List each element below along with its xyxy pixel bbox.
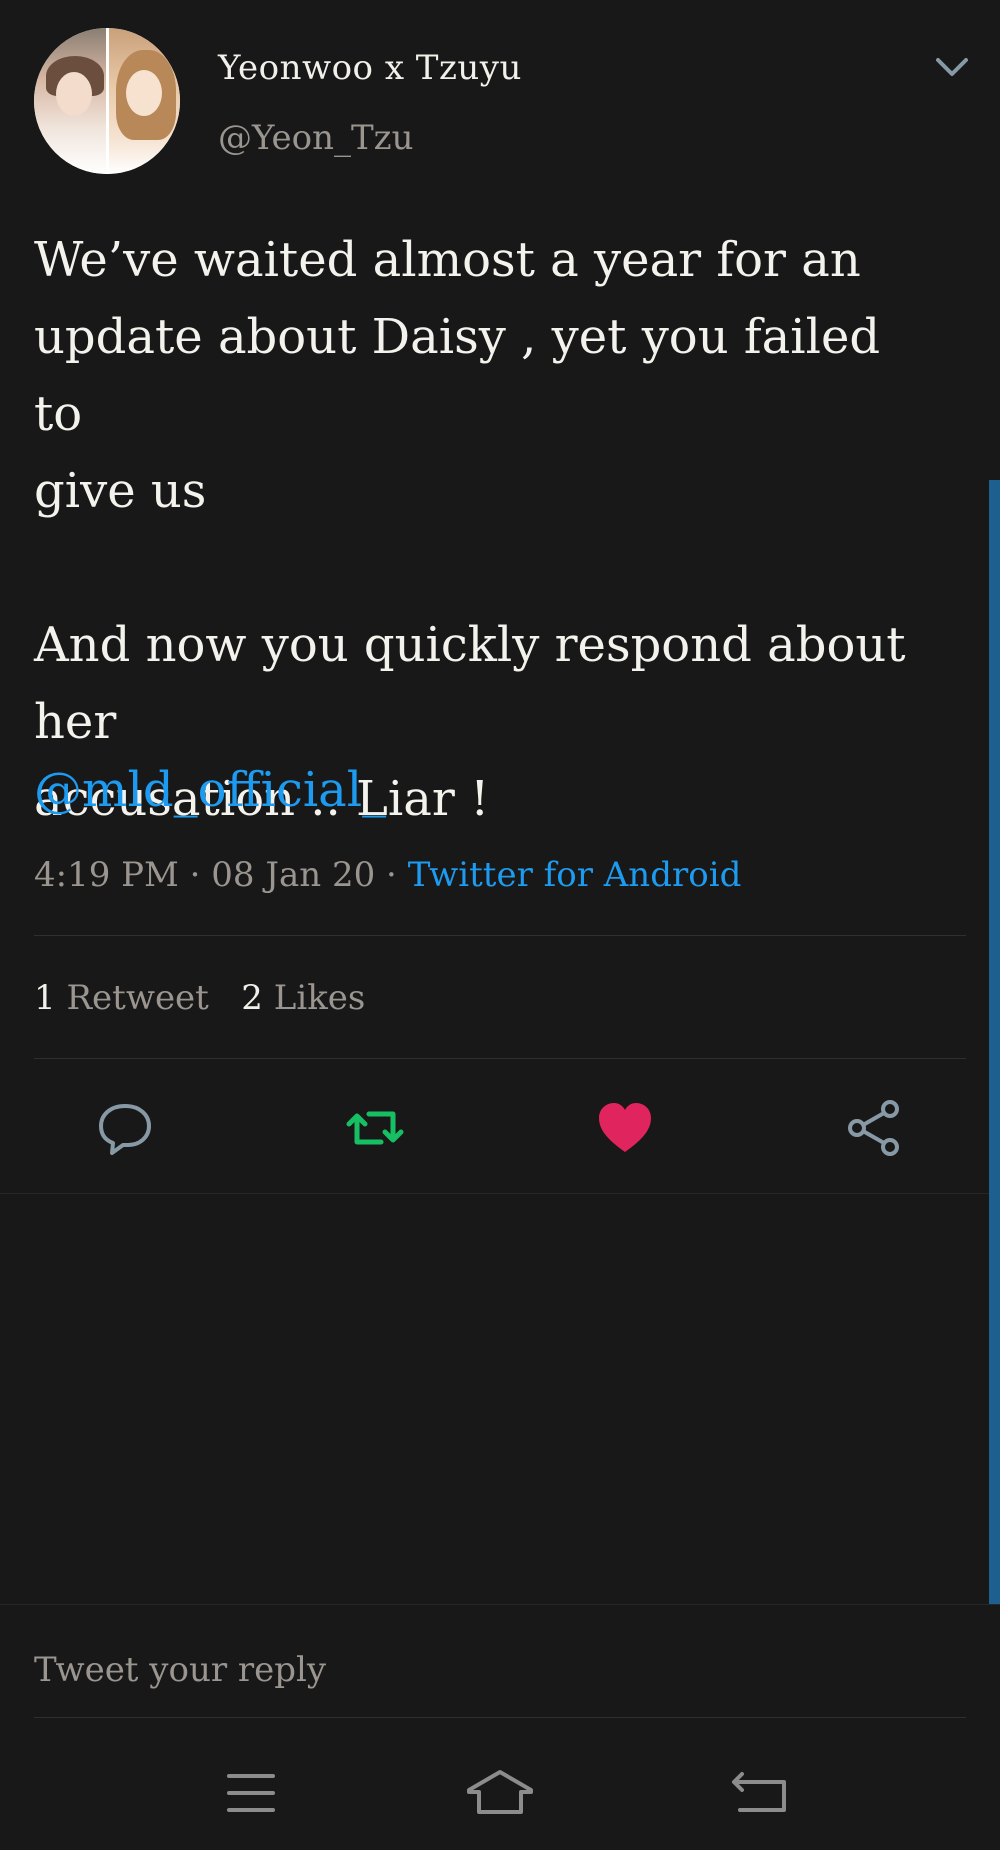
tweet-stats: 1 Retweet 2 Likes [34,978,365,1018]
divider [0,1193,1000,1194]
tweet-header: Yeonwoo x Tzuyu @Yeon_Tzu [0,0,1000,190]
share-icon[interactable] [845,1098,905,1158]
user-handle[interactable]: @Yeon_Tzu [218,118,413,158]
avatar-face-right [126,70,162,116]
display-name[interactable]: Yeonwoo x Tzuyu [218,48,522,88]
meta-separator: · [375,855,408,895]
tweet-time: 4:19 PM [34,855,179,895]
retweet-icon[interactable] [345,1098,405,1158]
avatar[interactable] [34,28,180,174]
home-icon[interactable] [465,1768,535,1818]
scrollbar[interactable] [989,480,1000,1604]
mention-link[interactable]: @mld_official_ [34,762,386,818]
like-count: 2 [241,978,263,1018]
retweet-label: Retweet [66,978,209,1018]
heart-icon[interactable] [595,1098,655,1158]
tweet-text: We’ve waited almost a year for an update… [34,232,906,827]
tweet-date: 08 Jan 20 [211,855,376,895]
likes-label: Likes [273,978,366,1018]
chevron-down-icon[interactable] [935,55,969,79]
retweet-stat[interactable]: 1 Retweet [34,978,209,1018]
reply-input-underline [34,1717,966,1718]
retweet-count: 1 [34,978,56,1018]
divider [34,935,966,936]
reply-icon[interactable] [95,1098,155,1158]
avatar-divider [106,28,109,174]
tweet-meta: 4:19 PM · 08 Jan 20 · Twitter for Androi… [34,855,741,895]
reply-box-border [0,1604,1000,1605]
avatar-face-left [56,72,92,116]
menu-icon[interactable] [216,1768,286,1818]
meta-separator: · [178,855,212,895]
divider [34,1058,966,1059]
tweet-source-link[interactable]: Twitter for Android [408,855,742,895]
back-icon[interactable] [728,1768,798,1818]
reply-input[interactable]: Tweet your reply [34,1650,326,1690]
likes-stat[interactable]: 2 Likes [241,978,365,1018]
